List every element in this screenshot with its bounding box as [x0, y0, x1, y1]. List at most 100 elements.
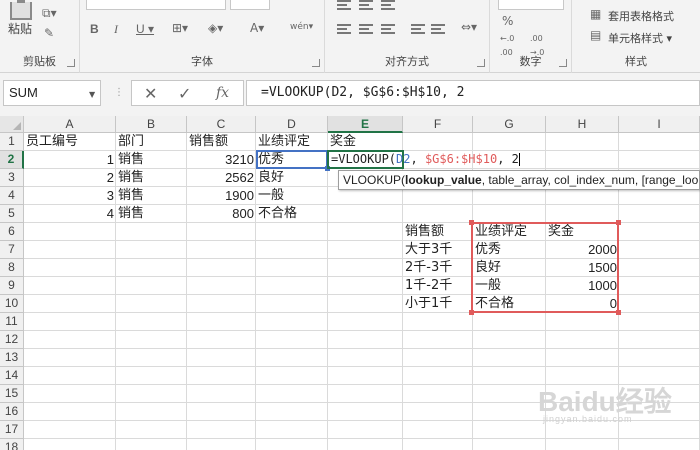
- align-bottom-icon[interactable]: [381, 0, 395, 10]
- font-launcher-icon[interactable]: [312, 59, 320, 67]
- row-header-4[interactable]: 4: [0, 187, 24, 205]
- row-header-14[interactable]: 14: [0, 367, 24, 385]
- cancel-icon[interactable]: ✕: [144, 84, 157, 103]
- cell-b1[interactable]: 部门: [116, 133, 187, 151]
- row-header-18[interactable]: 18: [0, 439, 24, 450]
- row-header-11[interactable]: 11: [0, 313, 24, 331]
- cell-f6[interactable]: 销售额: [403, 223, 473, 241]
- column-header-i[interactable]: I: [619, 116, 700, 133]
- tooltip-current-argument[interactable]: lookup_value: [405, 173, 482, 187]
- align-left-icon[interactable]: [337, 24, 351, 34]
- row-header-3[interactable]: 3: [0, 169, 24, 187]
- cell-c4[interactable]: 1900: [187, 187, 256, 205]
- range-handle[interactable]: [616, 220, 621, 225]
- insert-function-icon[interactable]: fx: [216, 85, 229, 101]
- cell-b5[interactable]: 销售: [116, 205, 187, 223]
- cell-d3[interactable]: 良好: [256, 169, 328, 187]
- format-painter-icon[interactable]: ✎: [44, 26, 54, 40]
- cell-c2[interactable]: 3210: [187, 151, 256, 169]
- italic-icon[interactable]: I: [114, 22, 118, 36]
- cell-a1[interactable]: 员工编号: [24, 133, 116, 151]
- alignment-launcher-icon[interactable]: [477, 59, 485, 67]
- cell-a2[interactable]: 1: [24, 151, 116, 169]
- column-header-d[interactable]: D: [256, 116, 328, 133]
- row-header-1[interactable]: 1: [0, 133, 24, 151]
- function-arguments-tooltip[interactable]: VLOOKUP(lookup_value, table_array, col_i…: [338, 170, 700, 190]
- column-header-e[interactable]: E: [328, 116, 403, 133]
- cell-d1[interactable]: 业绩评定: [256, 133, 328, 151]
- cell-c3[interactable]: 2562: [187, 169, 256, 187]
- cell-e1[interactable]: 奖金: [328, 133, 403, 151]
- cell-styles-button[interactable]: 单元格样式 ▾: [608, 30, 672, 46]
- cell-b3[interactable]: 销售: [116, 169, 187, 187]
- row-header-7[interactable]: 7: [0, 241, 24, 259]
- row-header-10[interactable]: 10: [0, 295, 24, 313]
- bold-icon[interactable]: B: [90, 22, 99, 36]
- cell-a5[interactable]: 4: [24, 205, 116, 223]
- cell-styles-icon[interactable]: ▤: [590, 28, 601, 42]
- paste-icon[interactable]: [10, 0, 32, 20]
- copy-icon[interactable]: ⧉▾: [42, 6, 57, 20]
- formula-input[interactable]: =VLOOKUP(D2, $G$6:$H$10, 2: [246, 80, 700, 106]
- cell-c1[interactable]: 销售额: [187, 133, 256, 151]
- cell-e2-editing[interactable]: =VLOOKUP(D2, $G$6:$H$10, 2: [329, 151, 522, 168]
- underline-icon[interactable]: U ▾: [136, 22, 154, 36]
- decrease-indent-icon[interactable]: [411, 24, 425, 34]
- row-header-17[interactable]: 17: [0, 421, 24, 439]
- select-all-corner[interactable]: [0, 116, 24, 133]
- cell-b4[interactable]: 销售: [116, 187, 187, 205]
- number-launcher-icon[interactable]: [559, 59, 567, 67]
- formula-bar-grip-icon[interactable]: ⋮: [114, 86, 124, 100]
- cell-f10[interactable]: 小于1千: [403, 295, 473, 313]
- align-middle-icon[interactable]: [359, 0, 373, 10]
- range-handle[interactable]: [469, 220, 474, 225]
- row-header-12[interactable]: 12: [0, 331, 24, 349]
- increase-indent-icon[interactable]: [431, 24, 445, 34]
- cell-a3[interactable]: 2: [24, 169, 116, 187]
- cell-f7[interactable]: 大于3千: [403, 241, 473, 259]
- cell-f8[interactable]: 2千-3千: [403, 259, 473, 277]
- font-color-icon[interactable]: A▾: [250, 21, 264, 35]
- align-right-icon[interactable]: [381, 24, 395, 34]
- column-header-b[interactable]: B: [116, 116, 187, 133]
- enter-icon[interactable]: ✓: [178, 84, 191, 103]
- number-format-dropdown[interactable]: [498, 0, 564, 10]
- name-box-dropdown-icon[interactable]: ▼: [89, 90, 95, 99]
- fill-color-icon[interactable]: ◈▾: [208, 21, 223, 35]
- font-name-dropdown[interactable]: [86, 0, 226, 10]
- name-box[interactable]: SUM: [3, 80, 101, 106]
- phonetic-icon[interactable]: wén▾: [290, 20, 313, 34]
- row-header-8[interactable]: 8: [0, 259, 24, 277]
- merge-center-icon[interactable]: ⇔▾: [461, 20, 477, 34]
- clipboard-launcher-icon[interactable]: [67, 59, 75, 67]
- cell-b2[interactable]: 销售: [116, 151, 187, 169]
- row-header-6[interactable]: 6: [0, 223, 24, 241]
- table-format-button[interactable]: 套用表格格式: [608, 8, 674, 24]
- cell-d5[interactable]: 不合格: [256, 205, 328, 223]
- cell-c5[interactable]: 800: [187, 205, 256, 223]
- align-center-icon[interactable]: [359, 24, 373, 34]
- cell-f9[interactable]: 1千-2千: [403, 277, 473, 295]
- row-header-13[interactable]: 13: [0, 349, 24, 367]
- tooltip-function-name[interactable]: VLOOKUP(: [343, 173, 405, 187]
- table-format-icon[interactable]: ▦: [590, 7, 601, 21]
- cell-a4[interactable]: 3: [24, 187, 116, 205]
- paste-button[interactable]: 粘贴: [8, 20, 32, 37]
- column-header-c[interactable]: C: [187, 116, 256, 133]
- row-header-5[interactable]: 5: [0, 205, 24, 223]
- row-header-2[interactable]: 2: [0, 151, 24, 169]
- row-header-15[interactable]: 15: [0, 385, 24, 403]
- column-header-f[interactable]: F: [403, 116, 473, 133]
- column-header-h[interactable]: H: [546, 116, 619, 133]
- column-header-g[interactable]: G: [473, 116, 546, 133]
- row-header-9[interactable]: 9: [0, 277, 24, 295]
- border-icon[interactable]: ⊞▾: [172, 21, 188, 35]
- column-header-a[interactable]: A: [24, 116, 116, 133]
- percent-style-icon[interactable]: %: [502, 14, 513, 28]
- font-size-dropdown[interactable]: [230, 0, 270, 10]
- range-handle[interactable]: [616, 310, 621, 315]
- row-header-16[interactable]: 16: [0, 403, 24, 421]
- align-top-icon[interactable]: [337, 0, 351, 10]
- range-handle[interactable]: [469, 310, 474, 315]
- cell-d4[interactable]: 一般: [256, 187, 328, 205]
